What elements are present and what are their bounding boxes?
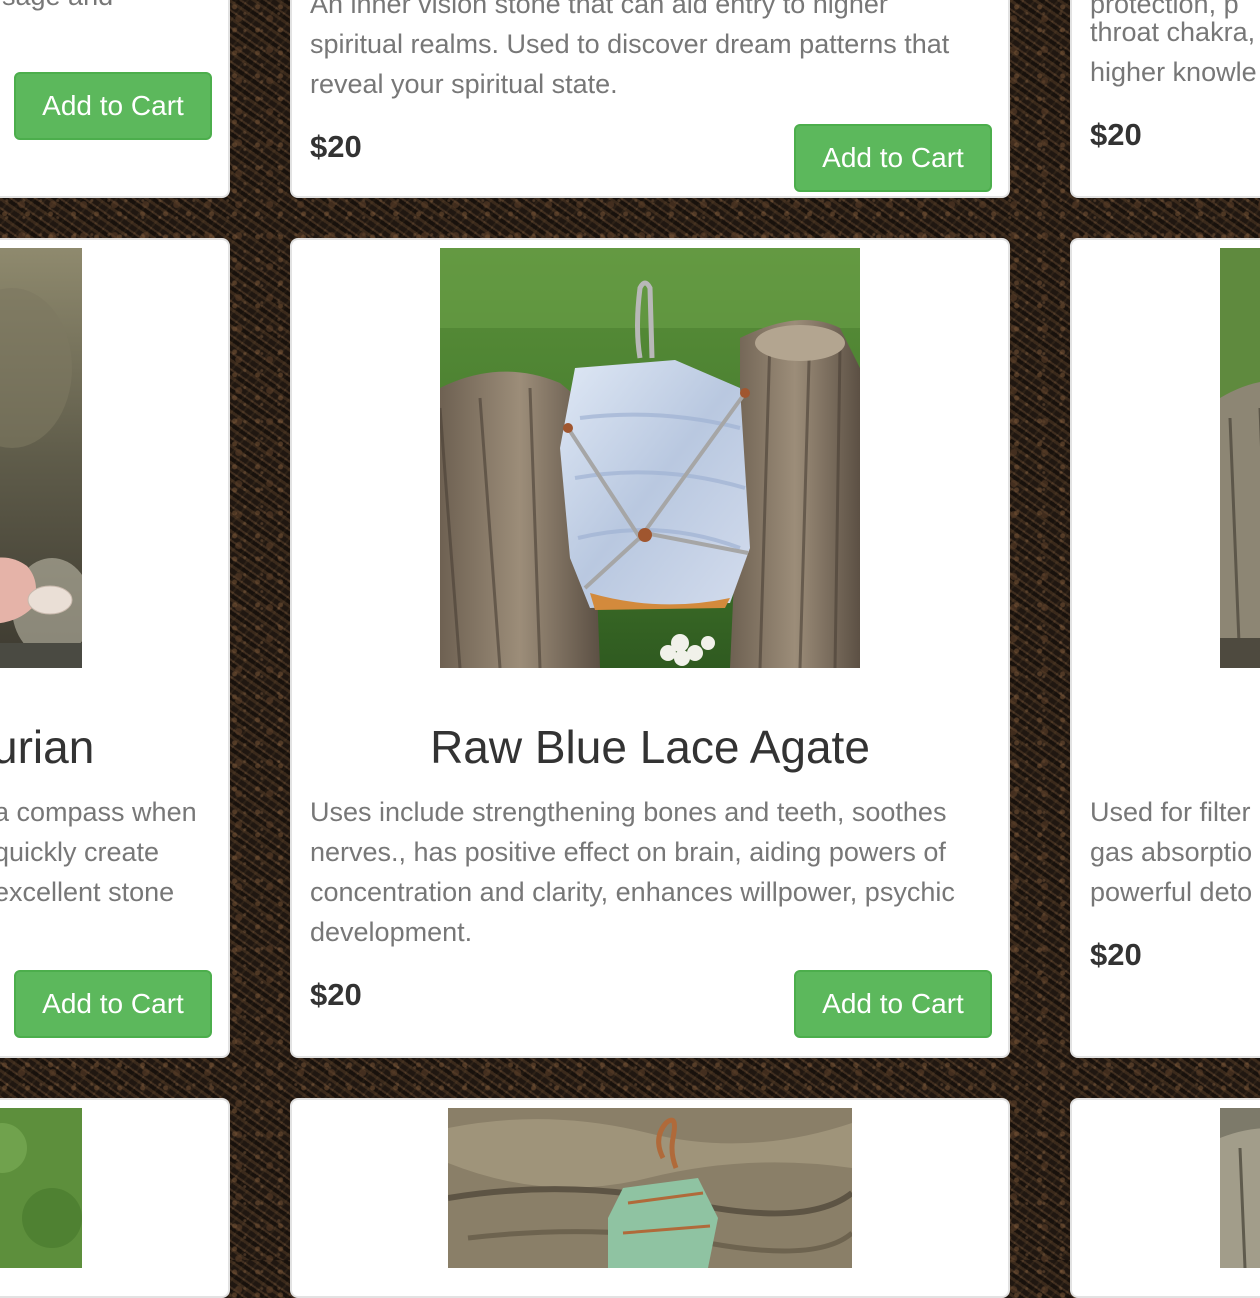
product-description-line: reveal your spiritual state. (310, 69, 618, 99)
product-image[interactable] (1220, 248, 1260, 668)
product-image[interactable] (448, 1108, 852, 1268)
product-description-line: Used for filter (1090, 797, 1251, 827)
product-image[interactable] (0, 248, 82, 668)
add-to-cart-button[interactable]: Add to Cart (14, 72, 212, 140)
product-card-bottom-right (1070, 1098, 1260, 1298)
product-description-line: a compass when (0, 797, 197, 827)
product-card-top-right: protection, p throat chakra, higher know… (1070, 0, 1260, 198)
product-description-line: Uses include strengthening bones and tee… (310, 797, 947, 827)
product-price: $20 (310, 977, 362, 1012)
add-to-cart-button[interactable]: Add to Cart (14, 970, 212, 1038)
product-description-line: concentration and clarity, enhances will… (310, 877, 955, 907)
product-card-middle-left: urian a compass when quickly create exce… (0, 238, 230, 1058)
product-description-line: excellent stone (0, 877, 175, 907)
add-to-cart-button[interactable]: Add to Cart (794, 124, 992, 192)
product-card-bottom-left (0, 1098, 230, 1298)
product-description-line: throat chakra, (1090, 17, 1256, 47)
product-image[interactable] (440, 248, 860, 668)
product-description-line: spiritual realms. Used to discover dream… (310, 29, 950, 59)
product-image[interactable] (1220, 1108, 1260, 1268)
product-title: Raw Blue Lace Agate (430, 721, 870, 773)
product-card-middle-right: Used for filter gas absorptio powerful d… (1070, 238, 1260, 1058)
product-description-line: quickly create (0, 837, 160, 867)
product-price: $20 (310, 129, 362, 164)
add-to-cart-button[interactable]: Add to Cart (794, 970, 992, 1038)
product-description-line: An inner vision stone that can aid entry… (310, 0, 888, 19)
product-image[interactable] (0, 1108, 82, 1268)
product-description-line: nerves., has positive effect on brain, a… (310, 837, 946, 867)
product-description-line: higher knowle (1090, 57, 1257, 87)
product-description-line: gas absorptio (1090, 837, 1253, 867)
product-title: urian (0, 721, 95, 773)
product-description-line: powerful deto (1090, 877, 1253, 907)
product-description: sage and (2, 0, 113, 16)
product-description-line: development. (310, 917, 473, 947)
product-price: $20 (1090, 117, 1142, 152)
product-card-top-left: sage and Add to Cart (0, 0, 230, 198)
product-card-top-center: An inner vision stone that can aid entry… (290, 0, 1010, 198)
product-price: $20 (1090, 937, 1142, 972)
product-card-middle-center: Raw Blue Lace Agate Uses include strengt… (290, 238, 1010, 1058)
product-card-bottom-center (290, 1098, 1010, 1298)
